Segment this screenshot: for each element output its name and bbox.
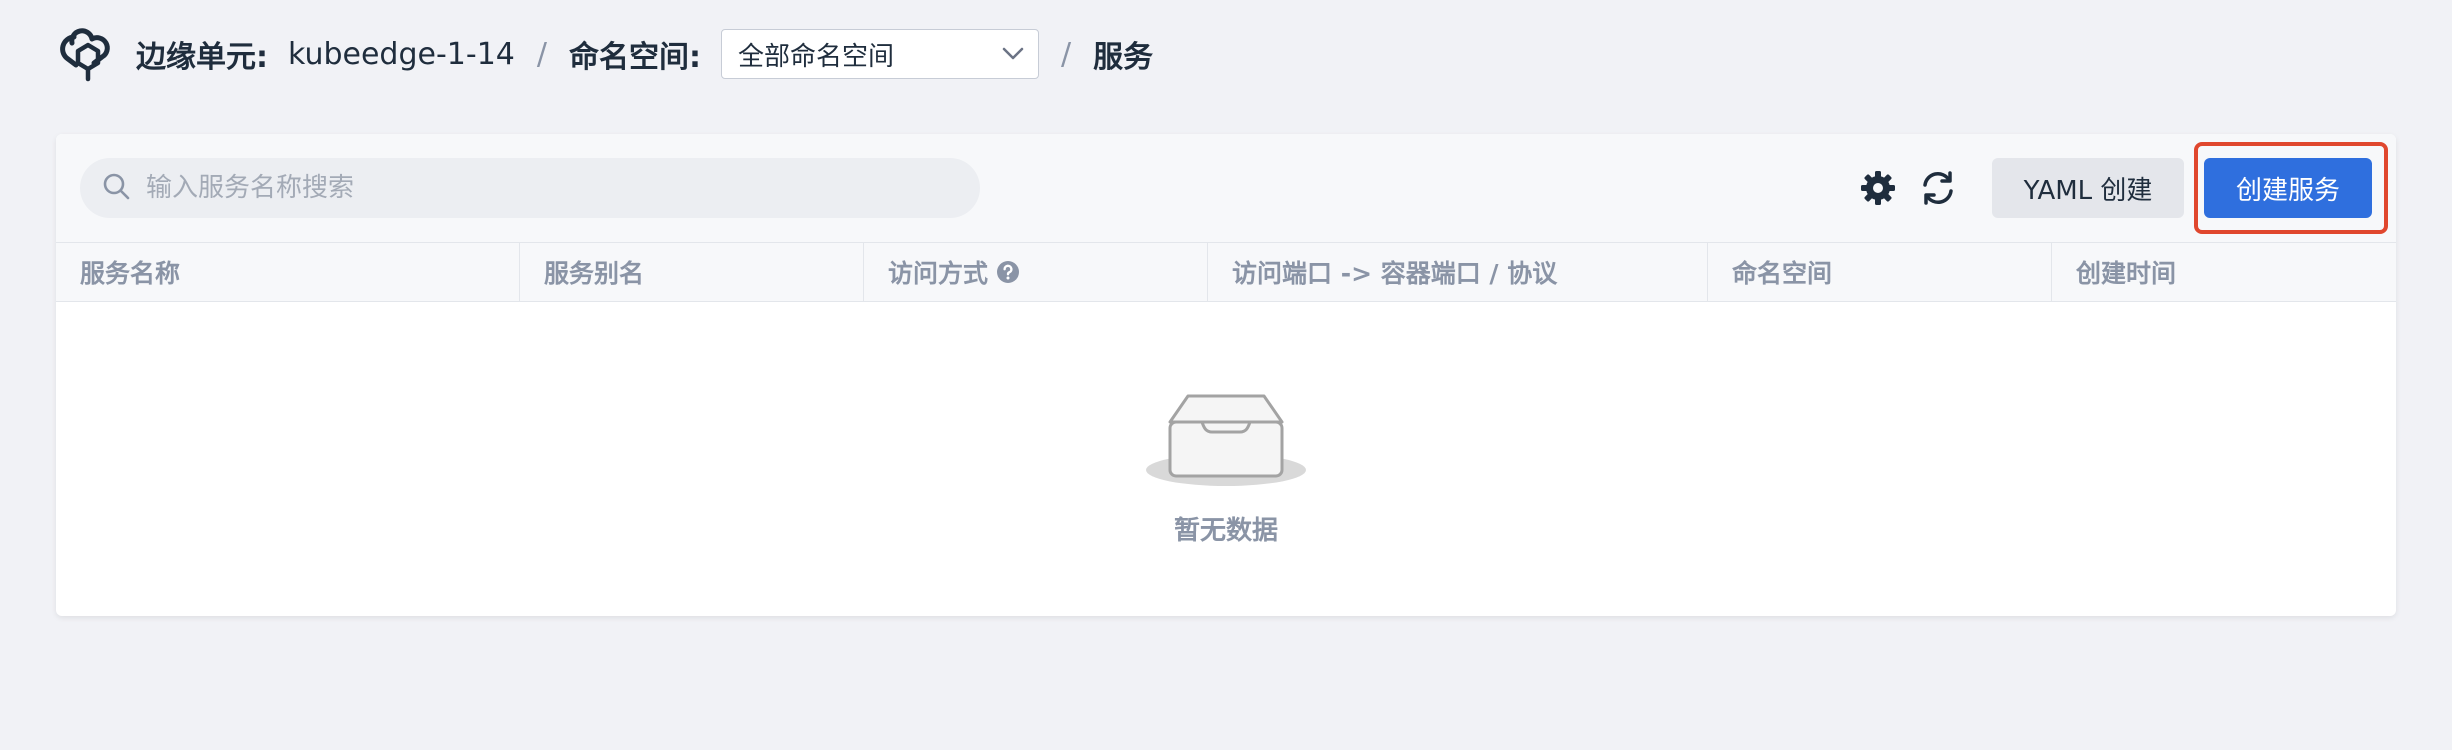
kubeedge-logo-icon: [54, 22, 116, 86]
refresh-icon[interactable]: [1918, 168, 1958, 208]
namespace-select[interactable]: 全部命名空间: [720, 29, 1039, 79]
column-access-method[interactable]: 访问方式: [864, 243, 1208, 301]
column-created-time[interactable]: 创建时间: [2052, 243, 2396, 301]
empty-state: 暂无数据: [56, 302, 2396, 616]
search-box[interactable]: [80, 158, 980, 218]
yaml-create-button[interactable]: YAML 创建: [1992, 158, 2184, 218]
empty-inbox-icon: [1144, 384, 1308, 496]
gear-icon[interactable]: [1858, 168, 1898, 208]
column-ports[interactable]: 访问端口 -> 容器端口 / 协议: [1208, 243, 1708, 301]
empty-state-text: 暂无数据: [1173, 516, 1278, 546]
namespace-selected-value: 全部命名空间: [737, 41, 894, 72]
services-card: YAML 创建 创建服务 服务名称 服务别名 访问方式 访问端口 -> 容器端口…: [56, 134, 2396, 616]
column-access-method-label: 访问方式: [888, 259, 989, 288]
column-namespace[interactable]: 命名空间: [1708, 243, 2052, 301]
help-icon[interactable]: [996, 260, 1020, 284]
toolbar: YAML 创建 创建服务: [56, 134, 2396, 242]
create-service-button[interactable]: 创建服务: [2204, 158, 2372, 218]
breadcrumb: 边缘单元: kubeedge-1-14 / 命名空间: 全部命名空间 / 服务: [54, 22, 1153, 86]
table-header: 服务名称 服务别名 访问方式 访问端口 -> 容器端口 / 协议 命名空间 创建…: [56, 242, 2396, 302]
namespace-label: 命名空间:: [568, 40, 701, 75]
page-title: 服务: [1093, 40, 1154, 75]
chevron-down-icon: [1002, 47, 1024, 61]
breadcrumb-separator: /: [1060, 36, 1072, 72]
search-input[interactable]: [144, 172, 948, 204]
edge-unit-value[interactable]: kubeedge-1-14: [288, 37, 515, 72]
column-service-alias[interactable]: 服务别名: [520, 243, 864, 301]
search-icon: [102, 172, 130, 204]
edge-unit-label: 边缘单元:: [136, 40, 268, 75]
column-service-name[interactable]: 服务名称: [56, 243, 520, 301]
breadcrumb-separator: /: [536, 36, 547, 72]
